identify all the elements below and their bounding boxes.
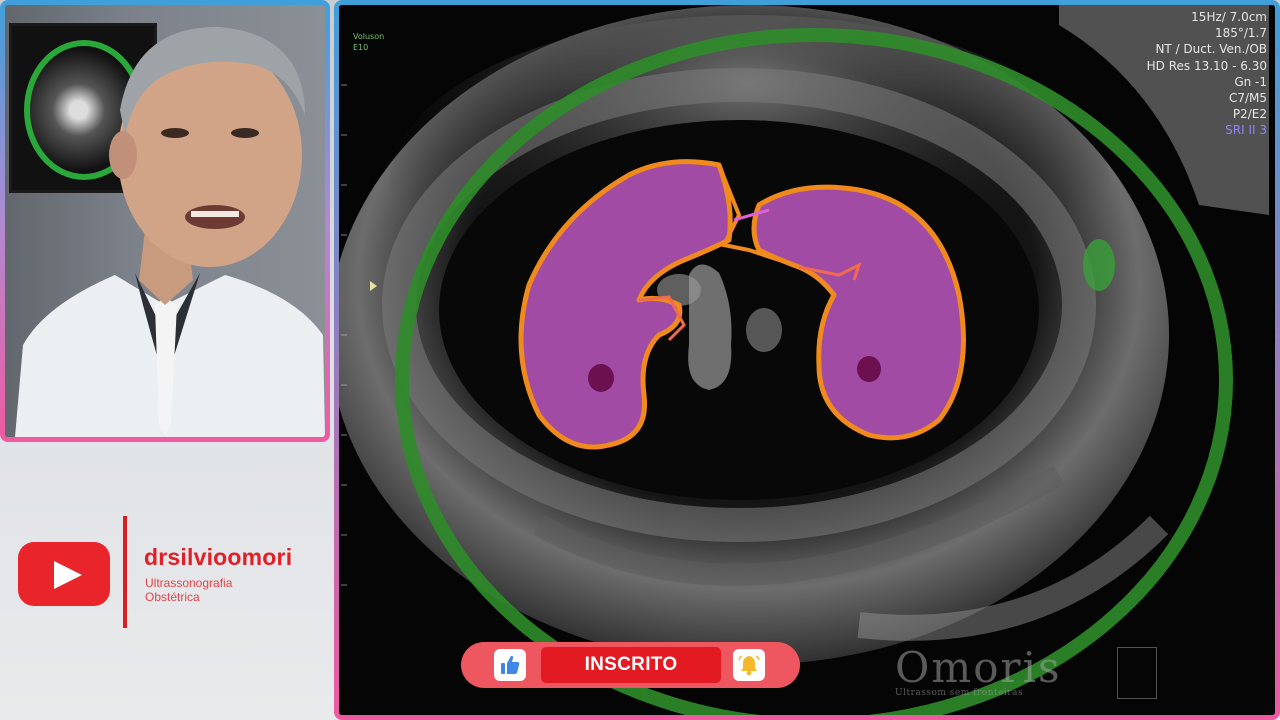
sri-label: SRI II 3 <box>1225 123 1267 138</box>
webcam-panel <box>0 0 330 442</box>
channel-branding: drsilvioomori Ultrassonografia Obstétric… <box>18 516 328 630</box>
param-line: C7/M5 <box>1228 91 1267 106</box>
channel-name: drsilvioomori <box>144 544 293 570</box>
ultrasound-panel: Voluson E10 15Hz/ 7.0cm 185°/1.7 NT / Du… <box>334 0 1280 720</box>
brand-divider <box>123 516 127 628</box>
param-line: Gn -1 <box>1234 74 1267 89</box>
notification-bell-button[interactable] <box>733 649 765 681</box>
like-button[interactable] <box>494 649 526 681</box>
subscribe-bar: INSCRITO <box>461 642 800 688</box>
param-line: P2/E2 <box>1232 107 1267 122</box>
watermark-seal-icon <box>1117 647 1157 699</box>
probe-label-line1: Voluson <box>353 32 385 41</box>
bell-icon <box>738 655 760 676</box>
thumbs-up-icon <box>501 655 520 674</box>
ultrasound-parameters: 15Hz/ 7.0cm 185°/1.7 NT / Duct. Ven./OB … <box>1147 9 1267 139</box>
subscribed-button[interactable]: INSCRITO <box>541 647 721 683</box>
youtube-logo-icon <box>18 542 110 606</box>
channel-subtitle-line2: Obstétrica <box>145 590 200 604</box>
ultrasound-image <box>339 5 1275 715</box>
param-line: NT / Duct. Ven./OB <box>1155 42 1267 57</box>
channel-subtitle-line1: Ultrassonografia <box>145 576 233 590</box>
omoris-watermark: Omoris Ultrassom sem fronteiras <box>895 643 1157 705</box>
param-line: 15Hz/ 7.0cm <box>1191 10 1267 24</box>
param-line: 185°/1.7 <box>1214 26 1267 41</box>
probe-label: Voluson E10 <box>353 31 384 53</box>
presenter-figure <box>15 26 325 437</box>
param-line: HD Res 13.10 - 6.30 <box>1146 58 1267 73</box>
probe-label-line2: E10 <box>353 43 369 52</box>
